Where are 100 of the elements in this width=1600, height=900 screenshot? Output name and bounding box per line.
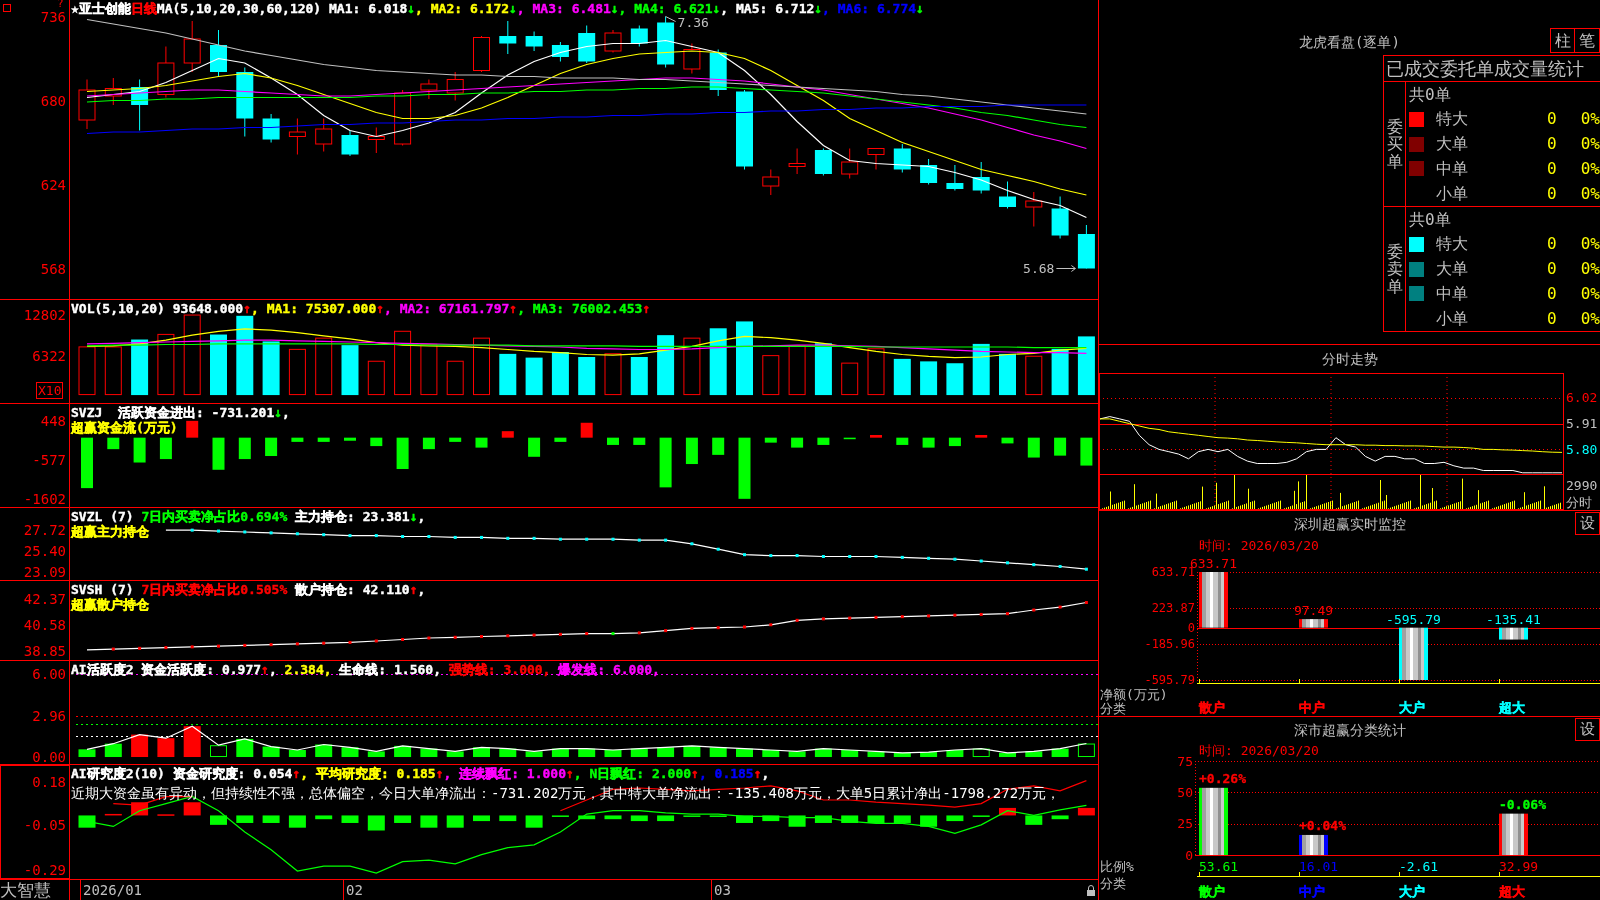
axis-label: -0.29: [23, 862, 66, 878]
point-marker: [506, 536, 510, 540]
view-toggle-button[interactable]: 笔: [1575, 28, 1600, 53]
point-marker: [374, 639, 378, 643]
legend-text: , MA3: 6.481: [516, 1, 611, 16]
axis-label: 40.58: [23, 617, 66, 634]
point-marker: [190, 645, 194, 649]
axis-label: 568: [40, 260, 66, 277]
legend-text: AI研究度2(10) 资金研究度: 0.054: [71, 766, 293, 781]
order-count: 0: [1547, 284, 1557, 303]
point-marker: [927, 614, 931, 618]
point-marker: [716, 626, 720, 630]
price-axis-label: 6.02: [1566, 390, 1598, 406]
axis-label: -185.96: [1144, 637, 1195, 651]
legend-text: AI活跃度2 资金活跃度: 0.977: [71, 662, 262, 677]
value-label: 16.01: [1299, 858, 1339, 874]
change-label: +0.26%: [1199, 770, 1246, 786]
axis-label: 736: [40, 8, 66, 25]
point-marker: [1058, 564, 1062, 568]
candle: [157, 46, 175, 98]
point-marker: [979, 612, 983, 616]
trend-arrow: ↓: [274, 405, 283, 420]
table-title: 已成交委托单成交量统计: [1385, 57, 1585, 81]
candle: [578, 25, 596, 64]
lock-icon: [1087, 884, 1095, 896]
legend-text: , MA1: 75307.000: [251, 301, 377, 316]
point-marker: [348, 534, 352, 538]
axis-label: 27.72: [23, 521, 66, 538]
order-size-label: 特大: [1436, 235, 1469, 254]
point-marker: [585, 632, 589, 636]
legend-text: 2.384,: [283, 662, 332, 677]
order-count: 0: [1547, 260, 1557, 279]
axis-label: 0.00: [32, 749, 66, 765]
ratio-bar: [1499, 813, 1528, 855]
legend-text: 超赢散户持仓: [71, 597, 149, 612]
legend-text: ★亚士创能: [71, 1, 131, 16]
trend-arrow: ↑: [409, 582, 418, 597]
time-label: 时间: 2026/03/20: [1199, 743, 1319, 758]
candle: [525, 31, 543, 52]
candle: [315, 118, 333, 152]
point-marker: [953, 557, 957, 561]
point-marker: [558, 632, 562, 636]
point-marker: [716, 547, 720, 551]
date-label: 02: [346, 882, 363, 898]
axis-label: 25.40: [23, 543, 66, 560]
settings-button[interactable]: 设: [1575, 718, 1600, 741]
candle: [683, 43, 701, 74]
order-size-label: 中单: [1436, 284, 1469, 303]
candle: [446, 71, 464, 101]
legend-text: SVSH (7): [71, 582, 135, 597]
point-marker: [532, 633, 536, 637]
change-label: +0.04%: [1299, 817, 1346, 833]
trend-arrow: ↑: [376, 301, 385, 316]
order-size-label: 小单: [1436, 184, 1469, 203]
price-axis-label: 5.80: [1566, 441, 1598, 457]
view-toggle-button[interactable]: 柱: [1550, 28, 1575, 53]
trend-arrow: ↑: [435, 766, 444, 781]
point-marker: [427, 636, 431, 640]
point-marker: [795, 554, 799, 558]
candle: [657, 16, 675, 68]
trend-arrow: ↓: [610, 1, 619, 16]
point-marker: [769, 554, 773, 558]
point-marker: [243, 530, 247, 534]
order-share: 0%: [1580, 135, 1600, 154]
category-label: 大户: [1399, 883, 1425, 899]
point-marker: [506, 634, 510, 638]
leader-line: [665, 16, 677, 22]
axis-label: 680: [40, 92, 66, 109]
order-share: 0%: [1580, 284, 1600, 303]
point-marker: [953, 613, 957, 617]
trend-arrow: ↓: [916, 1, 924, 16]
value-label: -595.79: [1386, 611, 1441, 627]
trend-arrow: ↓: [712, 1, 721, 16]
point-marker: [848, 616, 852, 620]
brand-label: 大智慧: [0, 880, 51, 900]
point-marker: [690, 542, 694, 546]
trend-arrow: ↑: [509, 301, 518, 316]
order-share: 0%: [1580, 309, 1600, 328]
legend-text: , MA6: 6.774: [822, 1, 917, 16]
x-axis-title: 分类: [1100, 700, 1126, 716]
x-axis-title: 分类: [1100, 875, 1126, 891]
candle: [473, 35, 490, 73]
point-marker: [1006, 612, 1009, 616]
axis-label: 624: [40, 176, 66, 193]
date-label: 03: [714, 882, 731, 898]
candle: [420, 79, 438, 100]
point-marker: [532, 536, 536, 540]
point-marker: [1032, 608, 1036, 612]
price-label: 7.36: [677, 15, 709, 30]
point-marker: [874, 615, 878, 619]
point-marker: [243, 643, 247, 647]
candle: [551, 41, 569, 62]
price-axis-label: 5.91: [1566, 416, 1598, 432]
point-marker: [585, 537, 589, 541]
settings-button[interactable]: 设: [1575, 512, 1600, 535]
legend-text: , N日飘红: 2.000: [573, 766, 692, 781]
net-flow-bar: [1299, 619, 1328, 628]
point-marker: [269, 531, 273, 535]
candle: [131, 79, 149, 131]
point-marker: [1006, 561, 1009, 565]
